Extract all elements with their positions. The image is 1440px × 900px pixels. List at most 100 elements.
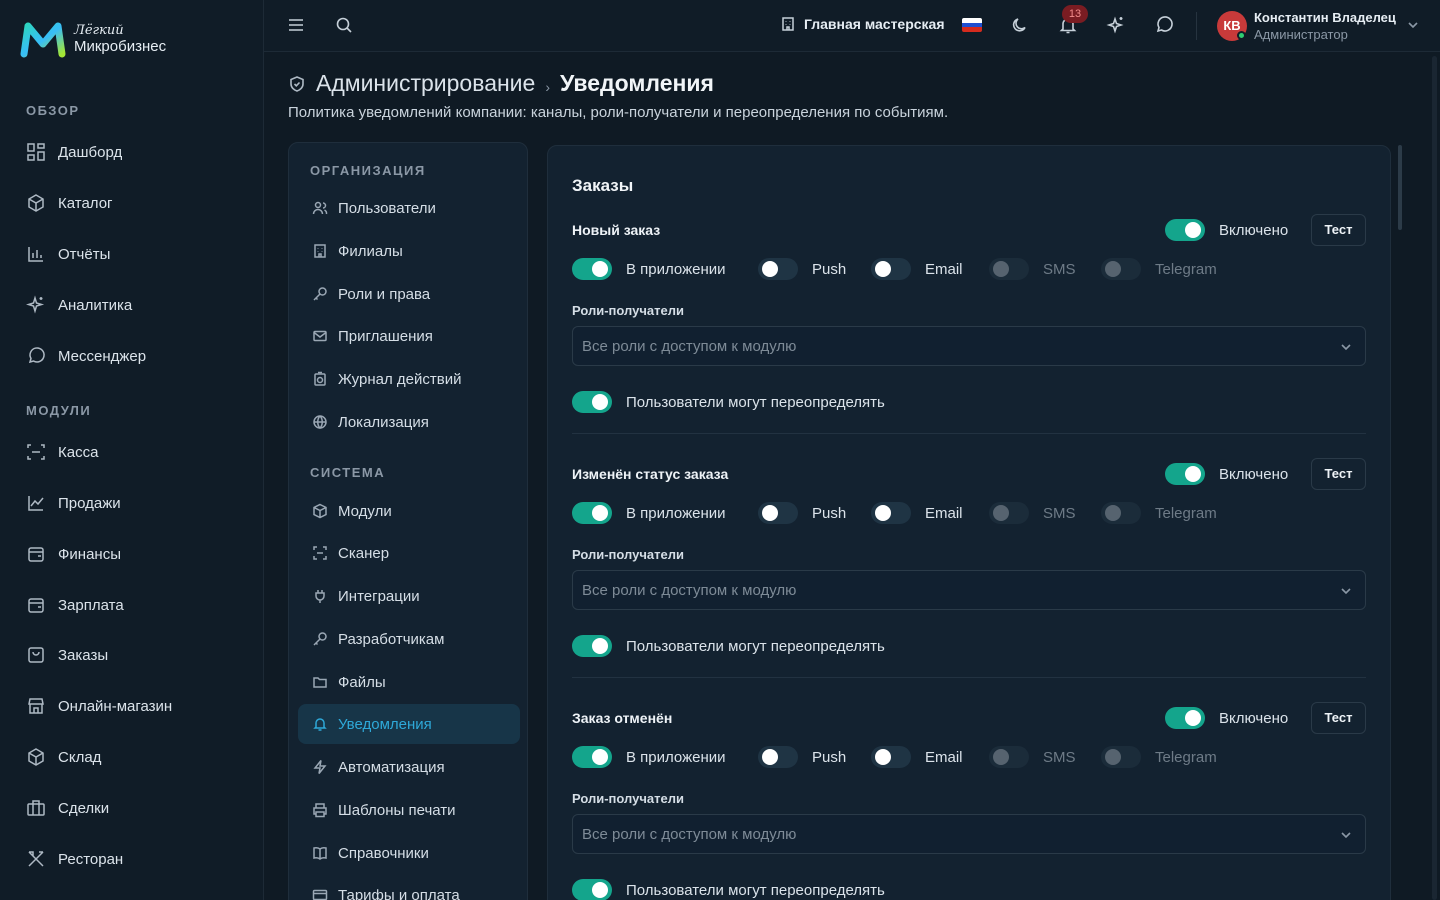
store-icon — [28, 698, 44, 714]
toggle-knob — [993, 749, 1009, 765]
dashboard-icon — [27, 143, 45, 161]
settings-item-activity-log[interactable]: Журнал действий — [298, 359, 520, 399]
channel-label: Telegram — [1155, 505, 1217, 522]
channel-toggle[interactable] — [989, 258, 1029, 280]
roles-select[interactable]: Все роли с доступом к модулю — [572, 570, 1366, 610]
channel-toggle[interactable] — [1101, 746, 1141, 768]
roles-select[interactable]: Все роли с доступом к модулю — [572, 814, 1366, 854]
settings-item-billing[interactable]: Тарифы и оплата — [298, 875, 520, 900]
breadcrumb: Администрирование › Уведомления — [288, 70, 714, 97]
user-name[interactable]: Константин Владелец — [1254, 10, 1396, 25]
cashbox-icon — [27, 444, 45, 460]
roles-select-value: Все роли с доступом к модулю — [582, 338, 797, 355]
settings-item-users[interactable]: Пользователи — [298, 188, 520, 228]
channel-toggle[interactable] — [871, 258, 911, 280]
sidebar-item-label: Зарплата — [58, 596, 124, 614]
messenger-icon — [28, 347, 45, 364]
override-toggle[interactable] — [572, 879, 612, 900]
roles-select[interactable]: Все роли с доступом к модулю — [572, 326, 1366, 366]
toggle-knob — [762, 261, 778, 277]
panel-scrollbar[interactable] — [1398, 145, 1402, 230]
settings-item-dictionaries[interactable]: Справочники — [298, 833, 520, 873]
settings-item-print-templates[interactable]: Шаблоны печати — [298, 790, 520, 830]
scanner-icon — [313, 546, 327, 560]
ai-assistant-button[interactable] — [1106, 15, 1126, 35]
sidebar: Лёгкий Микробизнес ОБЗОР Дашборд Каталог… — [0, 0, 264, 900]
language-flag-ru[interactable] — [962, 18, 982, 32]
settings-item-notifications[interactable]: Уведомления — [298, 704, 520, 744]
channel-toggle[interactable] — [758, 502, 798, 524]
settings-item-automation[interactable]: Автоматизация — [298, 747, 520, 787]
channel-toggle[interactable] — [572, 258, 612, 280]
search-button[interactable] — [334, 15, 354, 35]
test-button[interactable]: Тест — [1311, 702, 1366, 734]
event-enabled-toggle[interactable] — [1165, 463, 1205, 485]
override-label: Пользователи могут переопределять — [626, 638, 885, 655]
sidebar-item-payroll[interactable]: Зарплата — [26, 593, 124, 617]
sidebar-item-reports[interactable]: Отчёты — [26, 242, 110, 266]
channel-toggle[interactable] — [871, 502, 911, 524]
event-enabled-label: Включено — [1219, 710, 1289, 727]
sidebar-item-dashboard[interactable]: Дашборд — [26, 140, 122, 164]
settings-item-modules[interactable]: Модули — [298, 491, 520, 531]
key-icon — [313, 287, 327, 301]
test-button[interactable]: Тест — [1311, 458, 1366, 490]
channel-toggle[interactable] — [572, 746, 612, 768]
channel-toggle[interactable] — [871, 746, 911, 768]
sidebar-item-cashbox[interactable]: Касса — [26, 440, 98, 464]
menu-toggle-button[interactable] — [286, 15, 306, 35]
workshop-label: Главная мастерская — [804, 16, 945, 32]
test-button[interactable]: Тест — [1311, 214, 1366, 246]
logo-mark-icon — [20, 22, 66, 58]
settings-item-roles[interactable]: Роли и права — [298, 274, 520, 314]
settings-item-invitations[interactable]: Приглашения — [298, 316, 520, 356]
search-icon — [336, 17, 352, 33]
sidebar-item-label: Онлайн-магазин — [58, 697, 173, 715]
settings-item-integrations[interactable]: Интеграции — [298, 576, 520, 616]
workshop-selector[interactable]: Главная мастерская — [780, 16, 945, 32]
sidebar-item-finance[interactable]: Финансы — [26, 542, 121, 566]
settings-item-label: Сканер — [338, 544, 390, 562]
page-scrollbar[interactable] — [1432, 56, 1437, 900]
deals-icon — [27, 800, 45, 816]
toggle-knob — [1105, 749, 1121, 765]
theme-toggle-button[interactable] — [1010, 15, 1030, 35]
event-enabled-toggle[interactable] — [1165, 707, 1205, 729]
sidebar-item-analytics[interactable]: Аналитика — [26, 293, 132, 317]
channel-toggle[interactable] — [758, 258, 798, 280]
channel-label: В приложении — [626, 749, 726, 766]
settings-item-localization[interactable]: Локализация — [298, 402, 520, 442]
cube-icon — [313, 503, 327, 519]
sidebar-item-store[interactable]: Онлайн-магазин — [26, 694, 172, 718]
analytics-icon — [26, 295, 45, 314]
channel-toggle[interactable] — [758, 746, 798, 768]
sidebar-item-sales[interactable]: Продажи — [26, 491, 121, 515]
channel-label: Telegram — [1155, 749, 1217, 766]
settings-item-label: Разработчикам — [338, 630, 445, 648]
chat-button[interactable] — [1154, 15, 1174, 35]
settings-item-developers[interactable]: Разработчикам — [298, 619, 520, 659]
brand-logo[interactable]: Лёгкий Микробизнес — [20, 20, 166, 58]
event-enabled-label: Включено — [1219, 222, 1289, 239]
override-toggle[interactable] — [572, 391, 612, 413]
channel-toggle[interactable] — [572, 502, 612, 524]
sidebar-item-restaurant[interactable]: Ресторан — [26, 847, 123, 871]
channel-toggle[interactable] — [989, 746, 1029, 768]
topbar-divider — [1196, 12, 1197, 40]
sidebar-item-warehouse[interactable]: Склад — [26, 745, 101, 769]
event-enabled-toggle[interactable] — [1165, 219, 1205, 241]
settings-item-files[interactable]: Файлы — [298, 662, 520, 702]
sidebar-item-deals[interactable]: Сделки — [26, 796, 109, 820]
breadcrumb-admin[interactable]: Администрирование — [316, 70, 535, 97]
channel-toggle[interactable] — [1101, 258, 1141, 280]
override-toggle[interactable] — [572, 635, 612, 657]
sidebar-item-label: Аналитика — [58, 296, 133, 314]
sidebar-item-orders[interactable]: Заказы — [26, 643, 108, 667]
sidebar-item-catalog[interactable]: Каталог — [26, 191, 113, 215]
channel-toggle[interactable] — [1101, 502, 1141, 524]
sidebar-item-messenger[interactable]: Мессенджер — [26, 344, 146, 368]
settings-item-scanner[interactable]: Сканер — [298, 533, 520, 573]
channel-toggle[interactable] — [989, 502, 1029, 524]
settings-item-branches[interactable]: Филиалы — [298, 231, 520, 271]
user-menu-toggle[interactable] — [1406, 18, 1420, 32]
